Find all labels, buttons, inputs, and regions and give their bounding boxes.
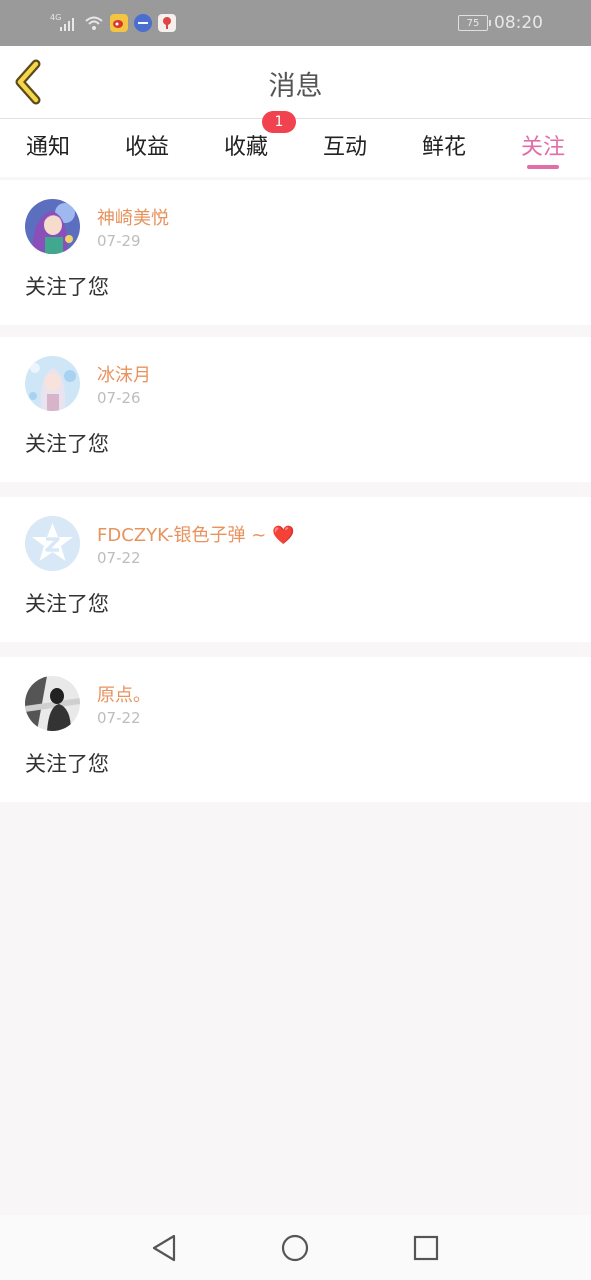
app-blue-icon <box>134 14 152 32</box>
username-text: FDCZYK-银色子弹 ~ <box>97 525 273 546</box>
status-right: 75 08:20 <box>458 12 543 34</box>
avatar[interactable] <box>25 356 80 411</box>
tab-bar: 通知 收益 收藏 互动 鲜花 关注 <box>0 119 591 177</box>
weibo-icon <box>110 14 128 32</box>
app-header: 消息 <box>0 46 591 119</box>
status-bar: 4G 75 08:20 <box>0 0 591 46</box>
back-triangle-icon <box>152 1234 176 1262</box>
username[interactable]: 冰沫月 <box>97 361 151 387</box>
message-date: 07-22 <box>97 709 141 727</box>
message-date: 07-26 <box>97 389 141 407</box>
avatar[interactable] <box>25 676 80 731</box>
tab-favorites[interactable]: 收藏 <box>206 129 286 161</box>
message-text: 关注了您 <box>25 275 109 299</box>
default-star-avatar <box>25 516 80 571</box>
avatar[interactable] <box>25 516 80 571</box>
battery-icon: 75 <box>458 15 491 31</box>
username[interactable]: FDCZYK-银色子弹 ~ ❤️ <box>97 521 294 547</box>
nav-back-button[interactable] <box>148 1231 182 1265</box>
tab-label: 鲜花 <box>421 135 466 160</box>
message-text: 关注了您 <box>25 432 109 456</box>
active-tab-indicator <box>527 165 559 169</box>
tab-notifications[interactable]: 通知 <box>8 129 88 161</box>
tab-label: 收益 <box>124 135 169 160</box>
list-item[interactable]: 神崎美悦 07-29 关注了您 <box>0 180 591 325</box>
avatar[interactable] <box>25 199 80 254</box>
anime-girl-purple-avatar <box>25 199 80 254</box>
home-circle-icon <box>281 1234 309 1262</box>
tab-interactions[interactable]: 互动 <box>305 129 385 161</box>
system-nav-bar <box>0 1215 591 1280</box>
app-red-icon <box>158 14 176 32</box>
grayscale-photo-avatar <box>25 676 80 731</box>
username[interactable]: 原点。 <box>97 681 151 707</box>
username[interactable]: 神崎美悦 <box>97 204 169 230</box>
message-date: 07-29 <box>97 232 141 250</box>
tab-earnings[interactable]: 收益 <box>107 129 187 161</box>
tab-label: 互动 <box>322 135 367 160</box>
tab-label: 关注 <box>520 135 565 160</box>
list-item[interactable]: 冰沫月 07-26 关注了您 <box>0 337 591 482</box>
tab-flowers[interactable]: 鲜花 <box>404 129 484 161</box>
anime-girl-blue-avatar <box>25 356 80 411</box>
nav-recents-button[interactable] <box>409 1231 443 1265</box>
message-date: 07-22 <box>97 549 141 567</box>
heart-emoji: ❤️ <box>272 525 295 546</box>
battery-level: 75 <box>466 17 480 29</box>
status-left: 4G <box>50 12 176 34</box>
message-text: 关注了您 <box>25 752 109 776</box>
signal-icon: 4G <box>50 13 78 33</box>
page-title: 消息 <box>268 71 323 102</box>
tab-label: 收藏 <box>223 135 268 160</box>
tab-follows[interactable]: 关注 <box>503 129 583 169</box>
nav-home-button[interactable] <box>278 1231 312 1265</box>
favorites-badge: 1 <box>262 111 296 133</box>
clock: 08:20 <box>494 13 543 33</box>
tab-label: 通知 <box>25 135 70 160</box>
list-item[interactable]: 原点。 07-22 关注了您 <box>0 657 591 802</box>
wifi-icon <box>85 16 103 30</box>
list-item[interactable]: FDCZYK-银色子弹 ~ ❤️ 07-22 关注了您 <box>0 497 591 642</box>
message-text: 关注了您 <box>25 592 109 616</box>
recents-square-icon <box>413 1235 439 1261</box>
